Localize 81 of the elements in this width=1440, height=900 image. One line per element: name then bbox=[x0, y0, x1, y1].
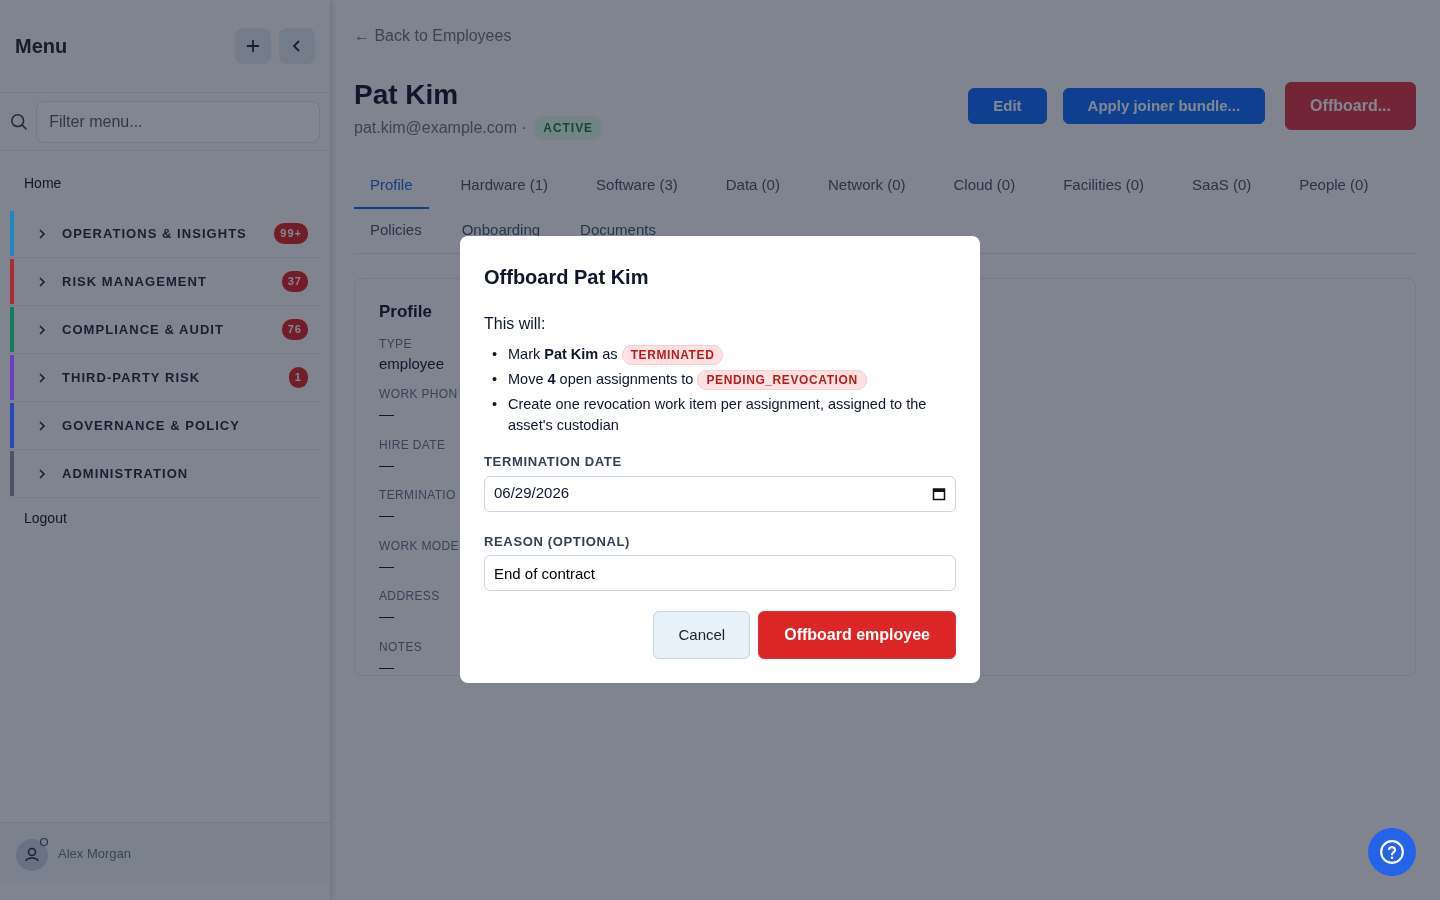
back-link[interactable]: ← Back to Employees bbox=[354, 24, 512, 48]
plus-icon bbox=[245, 38, 261, 54]
field-value: — bbox=[379, 404, 394, 424]
avatar-icon[interactable] bbox=[16, 836, 50, 871]
chevron-left-icon bbox=[291, 39, 303, 53]
tab[interactable]: Data (0) bbox=[709, 164, 796, 209]
help-icon bbox=[1379, 839, 1405, 865]
field-value: — bbox=[379, 656, 394, 677]
field-label: WORK PHON bbox=[379, 386, 458, 403]
field-value: employee bbox=[379, 353, 445, 374]
tab[interactable]: Documents bbox=[564, 208, 672, 253]
tab[interactable]: Policies bbox=[354, 208, 438, 253]
chevron-icon bbox=[38, 228, 46, 239]
tab[interactable]: SaaS (0) bbox=[1176, 164, 1268, 209]
tab[interactable]: Cloud (0) bbox=[937, 164, 1032, 209]
chevron-icon bbox=[38, 420, 46, 431]
count-badge: 76 bbox=[281, 319, 308, 340]
status-tag: PENDING_REVOCATION bbox=[697, 370, 867, 390]
tab[interactable]: Facilities (0) bbox=[1047, 164, 1161, 209]
field-value: — bbox=[379, 454, 394, 475]
help-button[interactable] bbox=[1368, 828, 1416, 876]
sidebar-title: Menu bbox=[15, 34, 68, 59]
collapse-button[interactable] bbox=[279, 28, 315, 64]
intro-text: This will: bbox=[484, 314, 547, 334]
confirm-button[interactable]: Offboard employee bbox=[758, 611, 956, 659]
menu-section[interactable]: THIRD-PARTY RISK 1 bbox=[10, 354, 320, 402]
field-label: TERMINATION DATE bbox=[484, 453, 623, 471]
section-title: Profile bbox=[379, 301, 432, 323]
action-button[interactable]: Apply joiner bundle... bbox=[1062, 87, 1266, 125]
field-label: HIRE DATE bbox=[379, 436, 446, 454]
status-tag: TERMINATED bbox=[621, 345, 724, 365]
chevron-icon bbox=[38, 324, 46, 335]
dialog-title: Offboard Pat Kim bbox=[484, 265, 650, 290]
date-field[interactable]: 06/29/2026 bbox=[484, 475, 956, 512]
filter-field[interactable]: Filter menu... bbox=[36, 100, 320, 143]
chevron-icon bbox=[38, 372, 46, 383]
home-link[interactable]: Home bbox=[0, 151, 330, 210]
action-button[interactable]: Offboard... bbox=[1285, 82, 1416, 130]
field-label: WORK MODE bbox=[379, 537, 459, 555]
cancel-button[interactable]: Cancel bbox=[653, 611, 751, 659]
field-label: REASON (OPTIONAL) bbox=[484, 532, 632, 551]
employee-email: pat.kim@example.com bbox=[354, 118, 517, 138]
status-badge: ACTIVE bbox=[534, 116, 603, 140]
employee-name: Pat Kim bbox=[354, 78, 460, 112]
field-value: — bbox=[379, 555, 394, 576]
search-icon bbox=[10, 111, 29, 132]
menu-section[interactable]: RISK MANAGEMENT 37 bbox=[10, 258, 320, 306]
bullet: • bbox=[492, 370, 499, 389]
logout-link[interactable]: Logout bbox=[0, 498, 330, 529]
field-label: ADDRESS bbox=[379, 588, 440, 605]
tab[interactable]: Hardware (1) bbox=[444, 164, 565, 209]
reason-field[interactable]: End of contract bbox=[484, 555, 956, 591]
count-badge: 37 bbox=[281, 271, 308, 292]
user-name: Alex Morgan bbox=[58, 844, 131, 863]
tab[interactable]: Profile bbox=[354, 164, 429, 209]
count-badge: 99+ bbox=[274, 223, 308, 244]
bullet: • bbox=[492, 395, 499, 414]
tab[interactable]: People (0) bbox=[1283, 164, 1385, 209]
menu-section[interactable]: COMPLIANCE & AUDIT 76 bbox=[10, 306, 320, 354]
step-text: Mark Pat Kim as bbox=[508, 346, 618, 362]
action-button[interactable]: Edit bbox=[968, 87, 1047, 125]
field-value: — bbox=[379, 606, 394, 626]
add-button[interactable] bbox=[235, 28, 271, 64]
chevron-icon bbox=[38, 276, 46, 287]
field-value: — bbox=[379, 505, 394, 525]
tab[interactable]: Network (0) bbox=[811, 164, 922, 209]
separator: · bbox=[520, 118, 527, 138]
field-label: TERMINATIO bbox=[379, 487, 456, 504]
step-text: Move 4 open assignments to bbox=[508, 371, 694, 387]
menu-section[interactable]: OPERATIONS & INSIGHTS 99+ bbox=[10, 210, 320, 258]
tab[interactable]: Software (3) bbox=[580, 164, 694, 209]
step-text: Create one revocation work item per assignment, assigned to the asset's custodian bbox=[508, 396, 927, 433]
field-label: NOTES bbox=[379, 638, 423, 656]
chevron-icon bbox=[38, 468, 46, 479]
tab[interactable]: Onboarding bbox=[445, 208, 557, 253]
count-badge: 1 bbox=[288, 367, 308, 388]
bullet: • bbox=[492, 345, 499, 364]
calendar-icon[interactable] bbox=[932, 486, 946, 501]
field-label: TYPE bbox=[379, 335, 412, 353]
menu-section[interactable]: GOVERNANCE & POLICY bbox=[10, 402, 320, 450]
menu-section[interactable]: ADMINISTRATION bbox=[10, 450, 320, 498]
